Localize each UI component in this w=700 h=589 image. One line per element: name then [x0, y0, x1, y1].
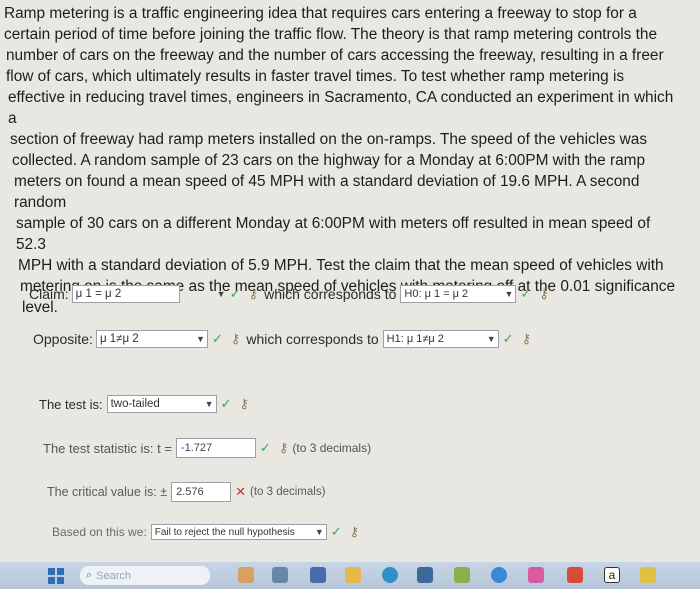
opposite-row: Opposite: μ 1≠μ 2 ▼ ✓ ⚷ which correspond…	[33, 330, 535, 348]
statistic-row: The test statistic is: t = -1.727 ✓ ⚷ (t…	[43, 438, 371, 458]
problem-line: section of freeway had ramp meters insta…	[10, 131, 648, 148]
decision-select-value: Fail to reject the null hypothesis	[154, 526, 295, 538]
problem-line: sample of 30 cars on a different Monday …	[16, 215, 651, 253]
app-icon[interactable]	[528, 567, 544, 583]
chevron-down-icon: ▼	[504, 289, 514, 299]
chevron-down-icon: ▼	[196, 334, 205, 344]
test-select[interactable]: two-tailed ▼	[106, 395, 217, 413]
opposite-select-value: μ 1≠μ 2	[99, 333, 139, 345]
chevron-down-icon: ▼	[486, 334, 496, 344]
key-icon[interactable]: ⚷	[231, 331, 241, 347]
opposite-label: Opposite:	[33, 331, 93, 347]
weather-icon[interactable]	[238, 567, 254, 583]
critical-input-value: 2.576	[176, 486, 204, 498]
check-icon: ✓	[259, 440, 271, 455]
statistic-note: (to 3 decimals)	[292, 441, 372, 455]
problem-line: meters on found a mean speed of 45 MPH w…	[14, 173, 640, 211]
h0-select-value: H0: μ 1 = μ 2	[404, 288, 469, 300]
opposite-select[interactable]: μ 1≠μ 2 ▼	[95, 330, 208, 348]
media-icon[interactable]	[567, 567, 583, 583]
chevron-down-icon: ▼	[314, 527, 324, 537]
critical-row: The critical value is: ± 2.576 ✕ (to 3 d…	[47, 482, 325, 502]
windows-start-icon[interactable]	[48, 568, 64, 584]
decision-row: Based on this we: Fail to reject the nul…	[52, 524, 363, 540]
key-icon[interactable]: ⚷	[249, 286, 259, 302]
critical-note: (to 3 decimals)	[250, 486, 326, 498]
h1-select[interactable]: H1: μ 1≠μ 2 ▼	[382, 330, 499, 348]
problem-line: MPH with a standard deviation of 5.9 MPH…	[18, 257, 664, 274]
store-icon[interactable]	[417, 567, 433, 583]
test-select-value: two-tailed	[110, 398, 160, 410]
task-view-icon[interactable]	[272, 567, 288, 583]
statistic-input[interactable]: -1.727	[175, 438, 256, 458]
taskbar-search-placeholder: Search	[96, 569, 132, 582]
problem-line: certain period of time before joining th…	[4, 26, 658, 43]
h0-select[interactable]: H0: μ 1 = μ 2 ▼	[400, 285, 517, 303]
cross-icon: ✕	[235, 484, 246, 499]
check-icon: ✓	[502, 331, 514, 346]
claim-select-value: μ 1 = μ 2	[75, 288, 122, 300]
app-icon[interactable]	[454, 567, 470, 583]
claim-corresponds-text: which corresponds to	[264, 286, 397, 302]
statistic-input-value: -1.727	[180, 442, 213, 454]
key-icon[interactable]: ⚷	[279, 440, 289, 456]
key-icon[interactable]: ⚷	[522, 331, 532, 347]
key-icon[interactable]: ⚷	[350, 524, 360, 540]
problem-line: collected. A random sample of 23 cars on…	[12, 152, 646, 169]
problem-line: effective in reducing travel times, engi…	[8, 89, 674, 127]
problem-line: flow of cars, which ultimately results i…	[6, 68, 625, 85]
check-icon: ✓	[211, 331, 223, 346]
chevron-down-icon: ▼	[216, 289, 226, 299]
opposite-corresponds-text: which corresponds to	[246, 331, 379, 347]
app-icon[interactable]	[640, 567, 656, 583]
taskbar: ⌕ Search a	[0, 562, 700, 589]
check-icon: ✓	[220, 396, 232, 411]
statistic-label: The test statistic is: t =	[43, 440, 172, 456]
claim-select[interactable]: μ 1 = μ 2	[71, 285, 180, 303]
amazon-icon[interactable]: a	[604, 567, 620, 583]
h1-select-value: H1: μ 1≠μ 2	[386, 333, 444, 345]
claim-select-arrow[interactable]: ▼	[180, 285, 226, 303]
critical-label: The critical value is: ±	[47, 485, 168, 499]
claim-label: Claim:	[29, 286, 69, 302]
decision-label: Based on this we:	[52, 525, 147, 539]
critical-input[interactable]: 2.576	[171, 482, 232, 502]
test-row: The test is: two-tailed ▼ ✓ ⚷	[39, 395, 253, 413]
taskbar-search[interactable]: ⌕ Search	[80, 566, 210, 585]
problem-line: Ramp metering is a traffic engineering i…	[4, 5, 637, 22]
problem-line: number of cars on the freeway and the nu…	[6, 47, 664, 64]
check-icon: ✓	[330, 524, 342, 539]
decision-select[interactable]: Fail to reject the null hypothesis ▼	[150, 524, 327, 540]
problem-statement: Ramp metering is a traffic engineering i…	[4, 3, 684, 318]
search-icon: ⌕	[86, 569, 93, 581]
teams-icon[interactable]	[310, 567, 326, 583]
test-label: The test is:	[39, 396, 103, 412]
claim-row: Claim: μ 1 = μ 2 ▼ ✓ ⚷ which corresponds…	[29, 285, 553, 303]
file-explorer-icon[interactable]	[345, 567, 361, 583]
chevron-down-icon: ▼	[204, 399, 214, 409]
chrome-icon[interactable]	[491, 567, 507, 583]
key-icon[interactable]: ⚷	[239, 396, 249, 412]
check-icon: ✓	[520, 286, 532, 301]
key-icon[interactable]: ⚷	[539, 286, 549, 302]
check-icon: ✓	[229, 286, 241, 301]
edge-icon[interactable]	[382, 567, 398, 583]
